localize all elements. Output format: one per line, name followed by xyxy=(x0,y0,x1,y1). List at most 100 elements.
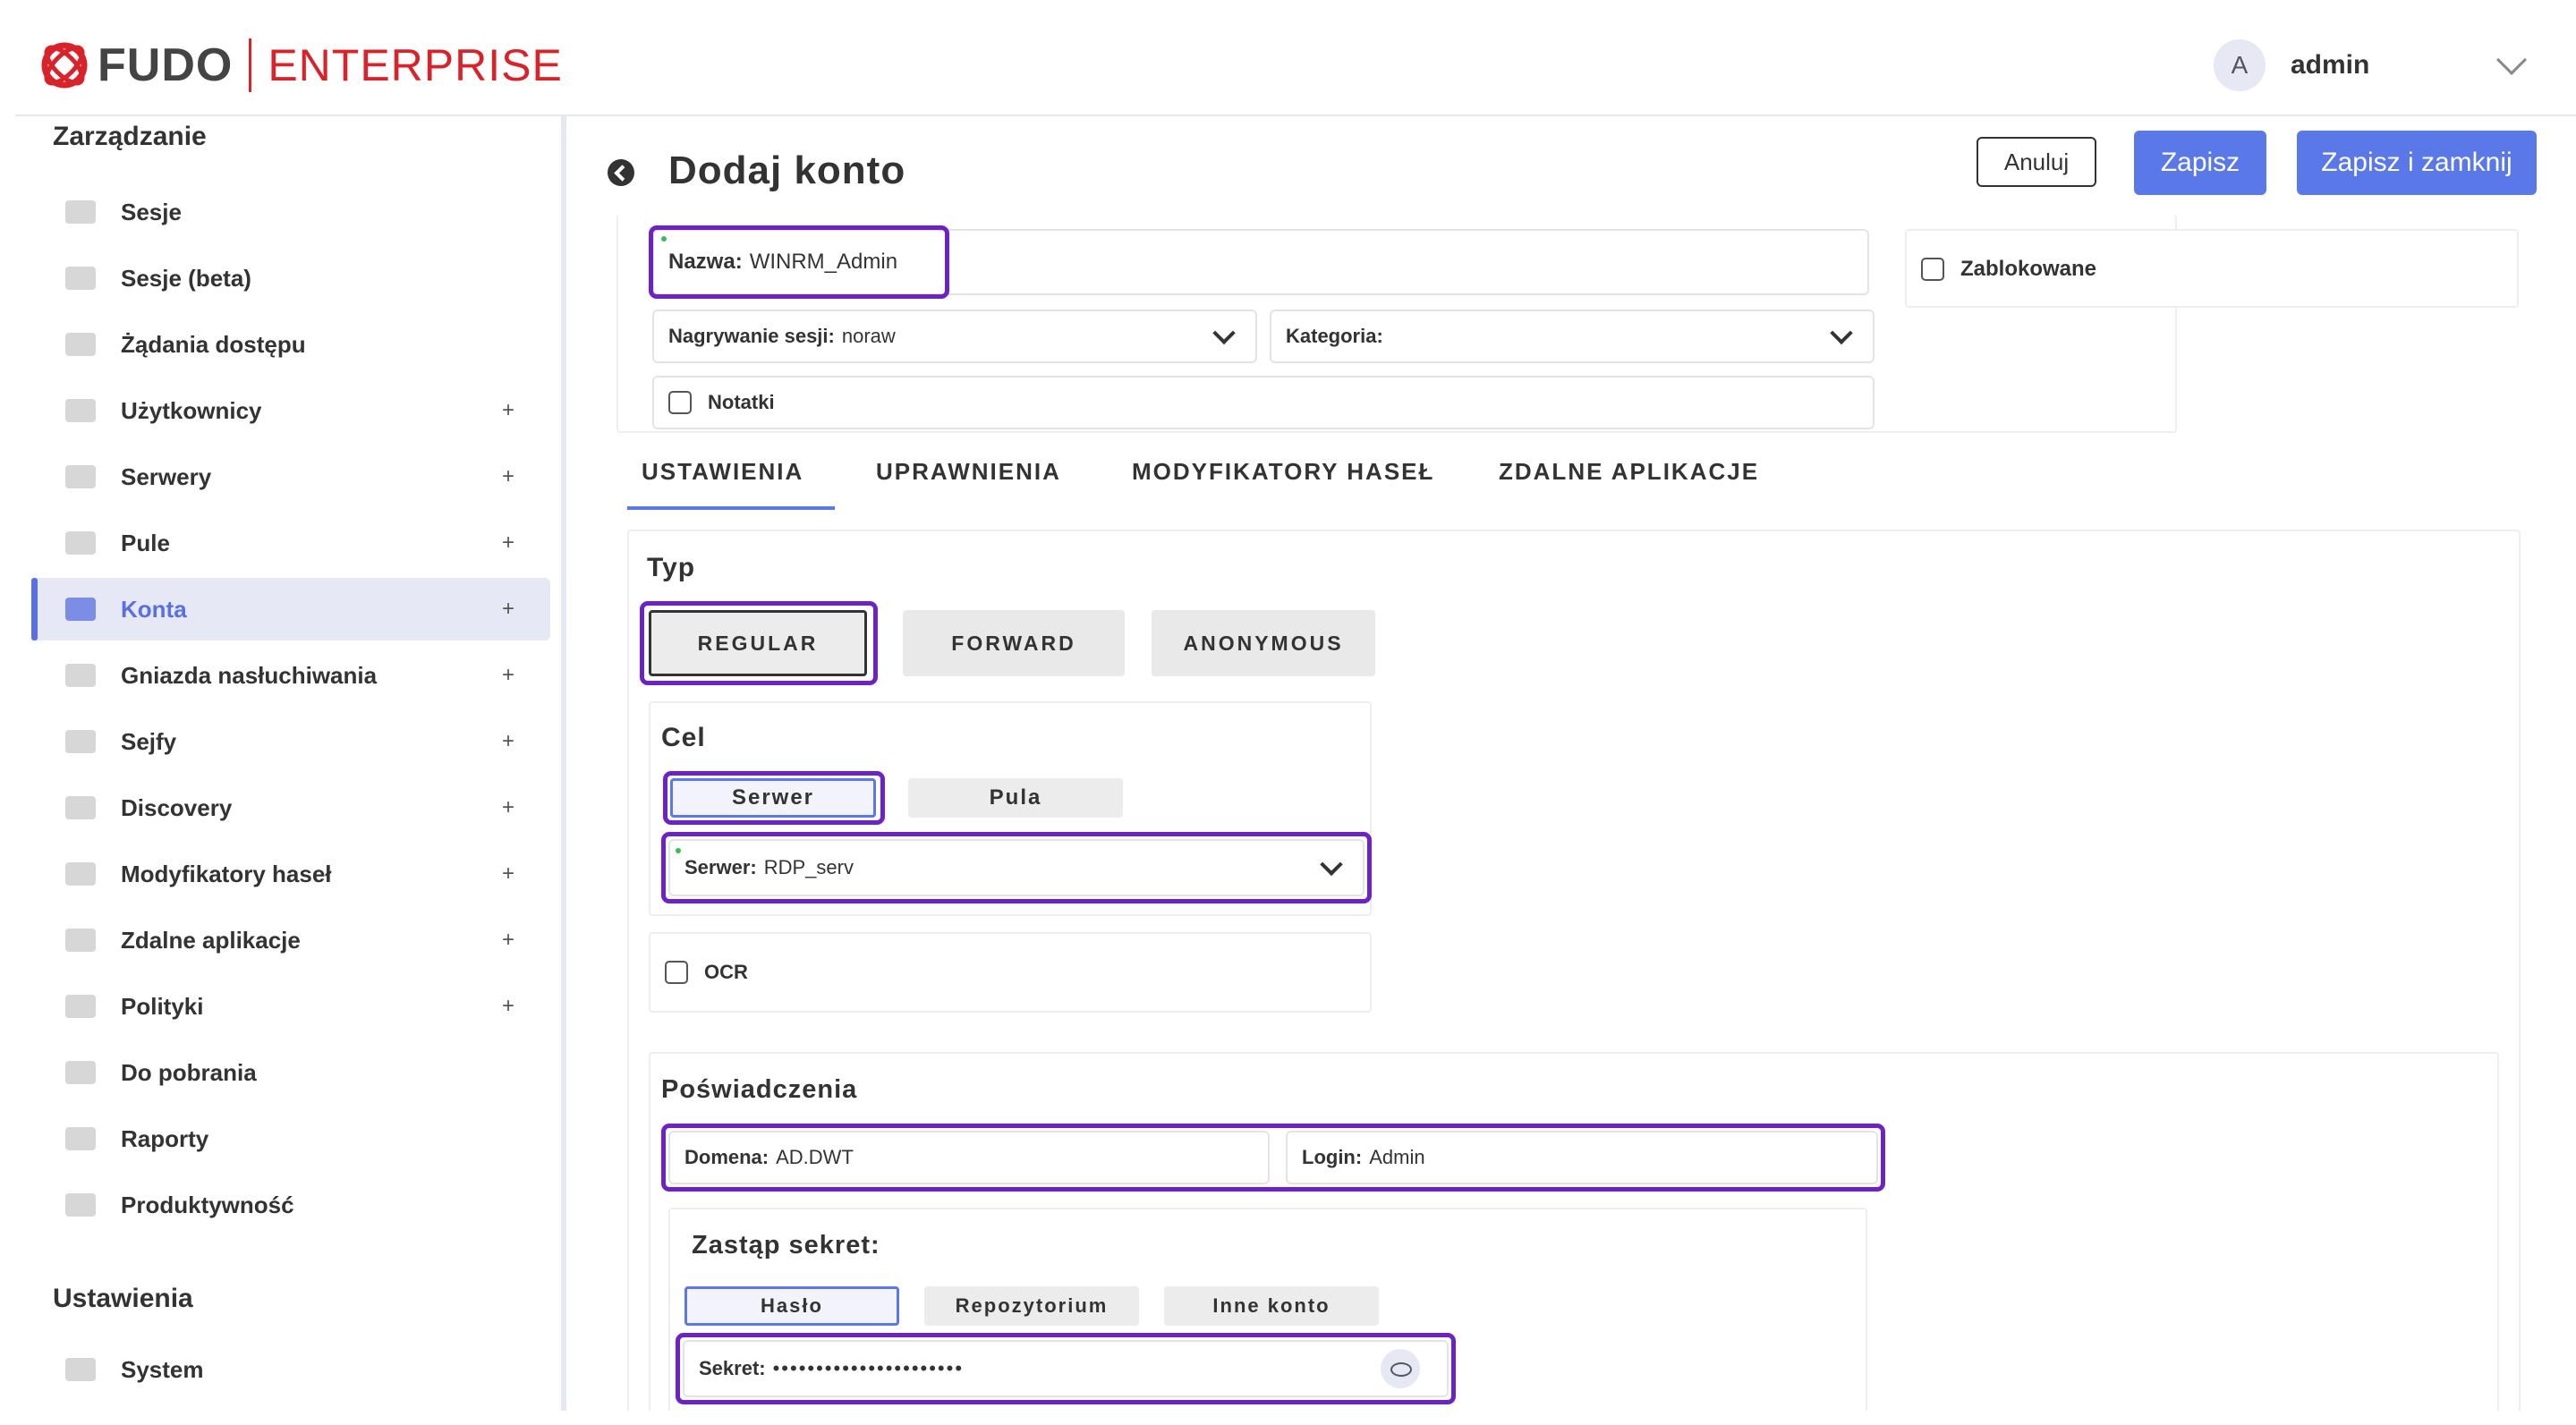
type-title: Typ xyxy=(647,553,696,582)
plus-icon[interactable]: + xyxy=(502,597,514,622)
secret-password-option[interactable]: Hasło xyxy=(684,1286,899,1326)
notes-checkbox-row[interactable]: Notatki xyxy=(668,391,775,414)
plus-icon[interactable]: + xyxy=(502,861,514,886)
sidebar-item-reports[interactable]: Raporty xyxy=(31,1107,550,1170)
target-title: Cel xyxy=(661,723,706,752)
ocr-checkbox[interactable] xyxy=(665,961,688,984)
sidebar-item-label: Do pobrania xyxy=(121,1058,257,1086)
back-icon[interactable] xyxy=(608,159,634,186)
sidebar-item-label: Użytkownicy xyxy=(121,396,262,424)
user-name: admin xyxy=(2291,50,2370,80)
plus-icon[interactable]: + xyxy=(502,928,514,953)
sidebar-item-safes[interactable]: Sejfy + xyxy=(31,710,550,773)
type-forward-button[interactable]: FORWARD xyxy=(903,610,1125,676)
printer-icon xyxy=(65,1127,96,1150)
category-select[interactable]: Kategoria: xyxy=(1270,310,1875,363)
cancel-button[interactable]: Anuluj xyxy=(1977,137,2096,187)
type-anonymous-button[interactable]: ANONYMOUS xyxy=(1152,610,1375,676)
sidebar-item-label: Sejfy xyxy=(121,727,177,755)
highlight-credentials xyxy=(661,1124,1885,1192)
sidebar-section-settings: Ustawienia xyxy=(53,1284,193,1313)
plus-icon[interactable]: + xyxy=(502,398,514,423)
blocked-checkbox[interactable] xyxy=(1921,258,1944,281)
folder-icon xyxy=(65,1358,96,1381)
access-request-icon xyxy=(65,333,96,356)
sidebar-item-remote-apps[interactable]: Zdalne aplikacje + xyxy=(31,909,550,971)
secret-other-account-option[interactable]: Inne konto xyxy=(1164,1286,1379,1326)
credentials-title: Poświadczenia xyxy=(661,1075,858,1104)
top-bar: FUDO ENTERPRISE A admin xyxy=(15,15,2576,116)
logo-separator xyxy=(249,38,252,92)
plus-icon[interactable]: + xyxy=(502,994,514,1019)
sidebar-item-productivity[interactable]: Produktywność xyxy=(31,1174,550,1236)
sidebar-item-system[interactable]: System xyxy=(31,1338,550,1401)
tab-permissions[interactable]: UPRAWNIENIA xyxy=(876,458,1061,486)
target-pool-option[interactable]: Pula xyxy=(908,778,1123,818)
avatar: A xyxy=(2214,39,2266,91)
tab-remote-apps[interactable]: ZDALNE APLIKACJE xyxy=(1499,458,1759,486)
main-content: Dodaj konto Anuluj Zapisz Zapisz i zamkn… xyxy=(572,116,2576,1411)
tab-settings[interactable]: USTAWIENIA xyxy=(642,458,803,486)
sidebar-item-label: Polityki xyxy=(121,992,204,1020)
highlight-server xyxy=(661,832,1372,903)
user-menu[interactable]: A admin xyxy=(2214,39,2527,91)
tab-password-changers[interactable]: MODYFIKATORY HASEŁ xyxy=(1132,458,1434,486)
sidebar-item-pools[interactable]: Pule + xyxy=(31,512,550,574)
save-and-close-button[interactable]: Zapisz i zamknij xyxy=(2297,131,2537,195)
app-window: FUDO ENTERPRISE A admin Zarządzanie Sesj… xyxy=(15,15,2576,1411)
plus-icon[interactable]: + xyxy=(502,729,514,754)
sidebar-item-label: Serwery xyxy=(121,462,212,490)
safe-icon xyxy=(65,730,96,753)
sidebar-item-sessions[interactable]: Sesje xyxy=(31,181,550,243)
page-title: Dodaj konto xyxy=(668,148,906,192)
sidebar-section-management: Zarządzanie xyxy=(53,122,207,151)
logo-wordmark: FUDO xyxy=(98,39,234,91)
replace-secret-title: Zastąp sekret: xyxy=(692,1231,880,1260)
plus-icon[interactable]: + xyxy=(502,795,514,820)
session-recording-select[interactable]: Nagrywanie sesji: noraw xyxy=(652,310,1257,363)
highlight-target xyxy=(663,771,885,825)
chevron-down-icon xyxy=(1830,321,1853,345)
sidebar-item-users[interactable]: Użytkownicy + xyxy=(31,379,550,442)
sidebar-item-access-requests[interactable]: Żądania dostępu xyxy=(31,313,550,376)
discovery-icon xyxy=(65,796,96,819)
notes-label: Notatki xyxy=(708,391,775,413)
plus-icon[interactable]: + xyxy=(502,663,514,688)
plus-icon[interactable]: + xyxy=(502,530,514,556)
notes-field[interactable]: Notatki xyxy=(652,376,1875,429)
sidebar-item-label: Raporty xyxy=(121,1124,209,1152)
sidebar-item-discovery[interactable]: Discovery + xyxy=(31,776,550,839)
sidebar-item-password-changers[interactable]: Modyfikatory haseł + xyxy=(31,843,550,905)
fudo-logo-icon xyxy=(38,39,90,91)
sidebar-item-label: Sesje (beta) xyxy=(121,264,251,292)
sidebar-item-downloads[interactable]: Do pobrania xyxy=(31,1041,550,1104)
logo-enterprise: ENTERPRISE xyxy=(268,40,563,90)
sidebar-item-accounts[interactable]: Konta + xyxy=(31,578,550,640)
sidebar-item-listeners[interactable]: Gniazda nasłuchiwania + xyxy=(31,644,550,707)
shield-icon xyxy=(65,995,96,1018)
sidebar-item-sessions-beta[interactable]: Sesje (beta) xyxy=(31,247,550,310)
sidebar-item-policies[interactable]: Polityki + xyxy=(31,975,550,1038)
sidebar-item-label: Produktywność xyxy=(121,1191,294,1218)
sessions-beta-icon xyxy=(65,267,96,290)
session-recording-label: Nagrywanie sesji: xyxy=(668,325,835,347)
active-tab-indicator xyxy=(627,506,835,510)
ocr-checkbox-row[interactable]: OCR xyxy=(665,961,748,984)
secret-repository-option[interactable]: Repozytorium xyxy=(924,1286,1139,1326)
sidebar-item-label: Gniazda nasłuchiwania xyxy=(121,661,378,689)
fudo-logo[interactable]: FUDO ENTERPRISE xyxy=(38,33,563,98)
ocr-label: OCR xyxy=(704,961,748,983)
save-button[interactable]: Zapisz xyxy=(2134,131,2266,195)
listener-icon xyxy=(65,664,96,687)
account-icon xyxy=(65,598,96,621)
sidebar-item-servers[interactable]: Serwery + xyxy=(31,445,550,508)
plus-icon[interactable]: + xyxy=(502,464,514,489)
session-recording-value: noraw xyxy=(841,325,896,347)
pool-icon xyxy=(65,531,96,555)
notes-checkbox[interactable] xyxy=(668,391,692,414)
blocked-label: Zablokowane xyxy=(1960,257,2097,281)
sidebar-item-label: Discovery xyxy=(121,793,233,821)
remote-app-icon xyxy=(65,929,96,952)
chevron-down-icon[interactable] xyxy=(2496,45,2527,75)
blocked-checkbox-row[interactable]: Zablokowane xyxy=(1921,257,2096,282)
